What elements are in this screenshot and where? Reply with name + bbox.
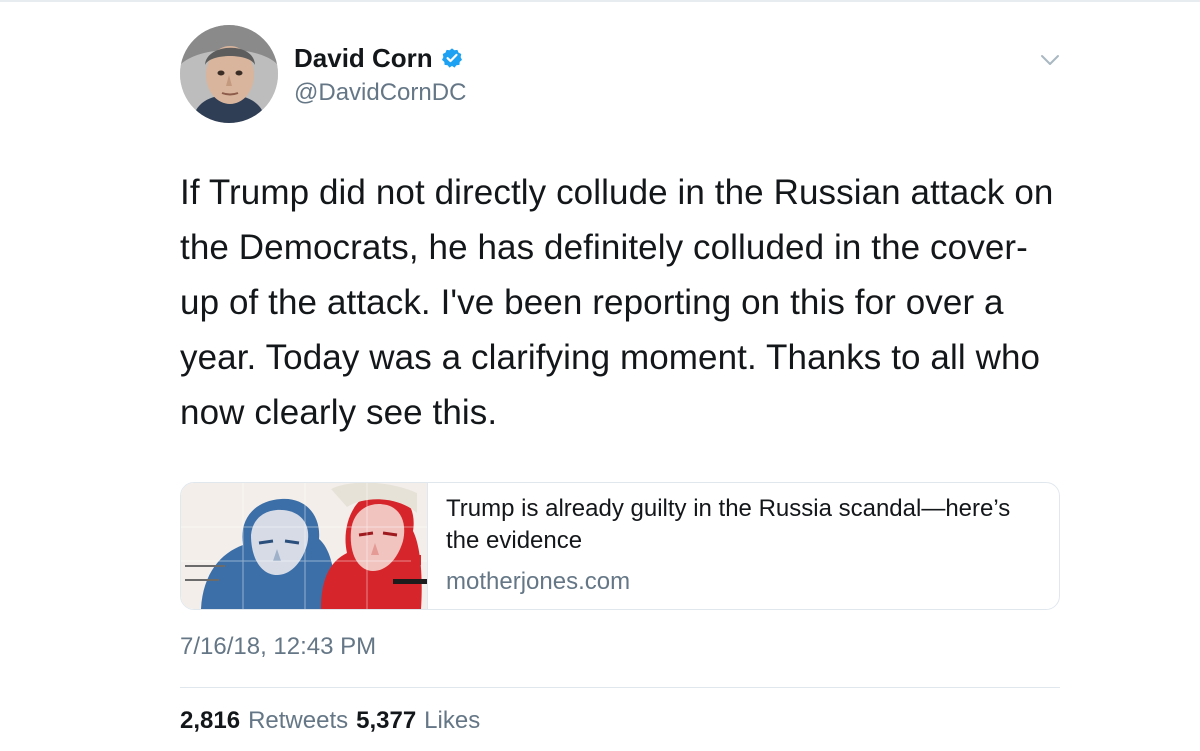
likes-label: Likes — [424, 707, 481, 734]
tweet-text: If Trump did not directly collude in the… — [180, 173, 1054, 432]
author-handle[interactable]: @DavidCornDC — [294, 79, 466, 107]
verified-badge-icon — [441, 47, 463, 69]
chevron-down-icon[interactable] — [1040, 53, 1060, 65]
author-avatar[interactable] — [180, 25, 278, 123]
link-card[interactable]: Trump is already guilty in the Russia sc… — [180, 482, 1060, 610]
card-domain: motherjones.com — [446, 568, 631, 595]
top-divider — [0, 0, 1200, 2]
tweet-stats: 2,816 Retweets 5,377 Likes — [180, 706, 1060, 736]
tweet: David Corn @DavidCornDC If Trump did not… — [180, 25, 1060, 736]
avatar-portrait-icon — [180, 25, 278, 123]
card-title: Trump is already guilty in the Russia sc… — [446, 495, 1011, 554]
tweet-timestamp[interactable]: 7/16/18, 12:43 PM — [180, 632, 1060, 662]
stats-divider — [180, 687, 1060, 688]
author-display-name[interactable]: David Corn — [294, 43, 433, 73]
likes-stat[interactable]: 5,377 Likes — [356, 706, 480, 736]
author-info: David Corn @DavidCornDC — [294, 43, 466, 107]
retweets-count: 2,816 — [180, 707, 241, 734]
retweets-stat[interactable]: 2,816 Retweets — [180, 706, 348, 736]
likes-count: 5,377 — [356, 707, 417, 734]
retweets-label: Retweets — [248, 707, 349, 734]
card-body: Trump is already guilty in the Russia sc… — [428, 483, 1059, 609]
tweet-header: David Corn @DavidCornDC — [180, 25, 1060, 127]
display-name-row: David Corn — [294, 43, 466, 73]
card-thumbnail-image — [181, 483, 428, 609]
